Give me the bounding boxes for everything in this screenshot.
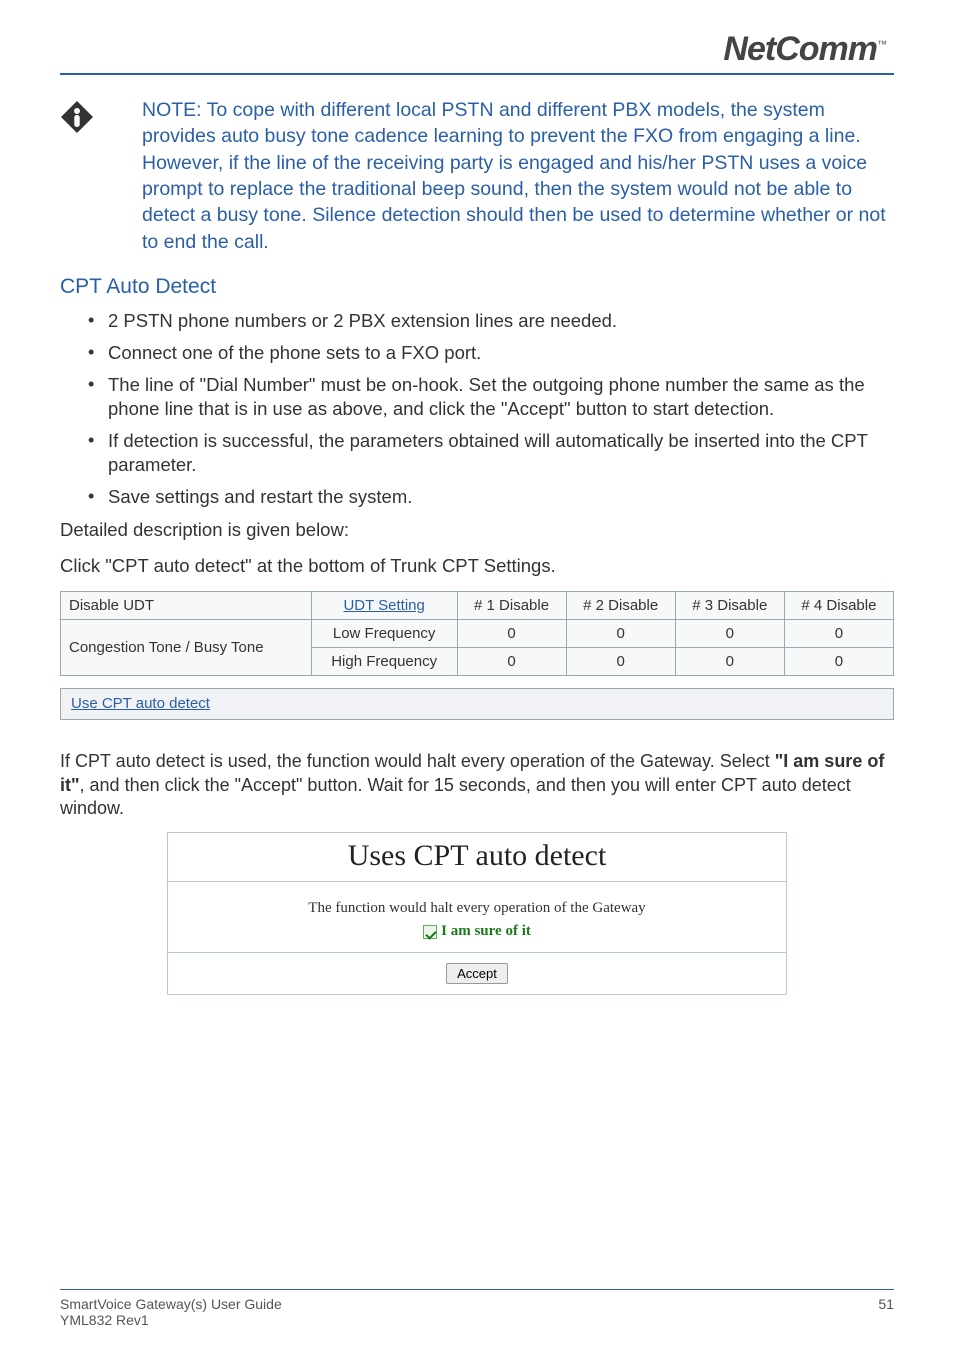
cell-value: 0 [675, 648, 784, 676]
brand-logo: NetComm™ [60, 30, 894, 69]
note-block: NOTE: To cope with different local PSTN … [60, 97, 894, 255]
cpt-paragraph: If CPT auto detect is used, the function… [60, 750, 894, 820]
disable-udt-cell: Disable UDT [61, 592, 312, 620]
header-rule [60, 73, 894, 75]
info-icon [60, 100, 94, 134]
click-paragraph: Click "CPT auto detect" at the bottom of… [60, 555, 894, 577]
list-text: If detection is successful, the paramete… [108, 430, 868, 475]
accept-button[interactable]: Accept [446, 963, 508, 984]
use-cpt-link[interactable]: Use CPT auto detect [71, 695, 210, 712]
checkbox-icon[interactable] [423, 925, 437, 939]
panel-body: The function would halt every operation … [168, 882, 786, 952]
note-text: NOTE: To cope with different local PSTN … [142, 97, 894, 255]
cell-value: 0 [566, 620, 675, 648]
note-label: NOTE: [142, 99, 202, 121]
brand-name: NetComm [723, 30, 877, 68]
congestion-cell: Congestion Tone / Busy Tone [61, 620, 312, 676]
cell-value: 0 [784, 648, 893, 676]
para-pre: If CPT auto detect is used, the function… [60, 751, 775, 771]
col-header: # 2 Disable [566, 592, 675, 620]
list-item: Save settings and restart the system. [88, 485, 894, 509]
check-label: I am sure of it [441, 923, 531, 940]
list-item: Connect one of the phone sets to a FXO p… [88, 341, 894, 365]
list-text: The line of "Dial Number" must be on-hoo… [108, 374, 865, 419]
footer-page: 51 [878, 1296, 894, 1328]
footer-title: SmartVoice Gateway(s) User Guide [60, 1296, 282, 1312]
list-item: The line of "Dial Number" must be on-hoo… [88, 373, 894, 421]
note-body: To cope with different local PSTN and di… [142, 99, 886, 253]
list-item: 2 PSTN phone numbers or 2 PBX extension … [88, 309, 894, 333]
cpt-settings-table: Disable UDT UDT Setting # 1 Disable # 2 … [60, 591, 894, 676]
table-row: Congestion Tone / Busy Tone Low Frequenc… [61, 620, 894, 648]
list-text: Save settings and restart the system. [108, 486, 412, 507]
list-text: 2 PSTN phone numbers or 2 PBX extension … [108, 310, 617, 331]
udt-setting-cell: UDT Setting [311, 592, 457, 620]
page-footer: SmartVoice Gateway(s) User Guide YML832 … [60, 1289, 894, 1328]
section-heading: CPT Auto Detect [60, 275, 894, 299]
panel-confirm-check[interactable]: I am sure of it [423, 923, 531, 940]
udt-setting-link[interactable]: UDT Setting [343, 597, 424, 614]
cell-value: 0 [675, 620, 784, 648]
bullet-list: 2 PSTN phone numbers or 2 PBX extension … [88, 309, 894, 509]
use-cpt-linkbar: Use CPT auto detect [60, 688, 894, 720]
brand-tm: ™ [877, 40, 886, 51]
cpt-detect-panel: Uses CPT auto detect The function would … [167, 832, 787, 995]
cell-value: 0 [457, 620, 566, 648]
col-header: # 4 Disable [784, 592, 893, 620]
panel-body-text: The function would halt every operation … [178, 900, 776, 917]
cell-value: 0 [457, 648, 566, 676]
col-header: # 3 Disable [675, 592, 784, 620]
footer-left: SmartVoice Gateway(s) User Guide YML832 … [60, 1296, 282, 1328]
low-freq-label: Low Frequency [311, 620, 457, 648]
high-freq-label: High Frequency [311, 648, 457, 676]
col-header: # 1 Disable [457, 592, 566, 620]
cell-value: 0 [784, 620, 893, 648]
footer-rev: YML832 Rev1 [60, 1312, 282, 1328]
para-post: , and then click the "Accept" button. Wa… [60, 775, 851, 818]
panel-title: Uses CPT auto detect [168, 833, 786, 882]
panel-foot: Accept [168, 952, 786, 994]
detail-paragraph: Detailed description is given below: [60, 519, 894, 541]
list-item: If detection is successful, the paramete… [88, 429, 894, 477]
list-text: Connect one of the phone sets to a FXO p… [108, 342, 481, 363]
table-row: Disable UDT UDT Setting # 1 Disable # 2 … [61, 592, 894, 620]
cell-value: 0 [566, 648, 675, 676]
